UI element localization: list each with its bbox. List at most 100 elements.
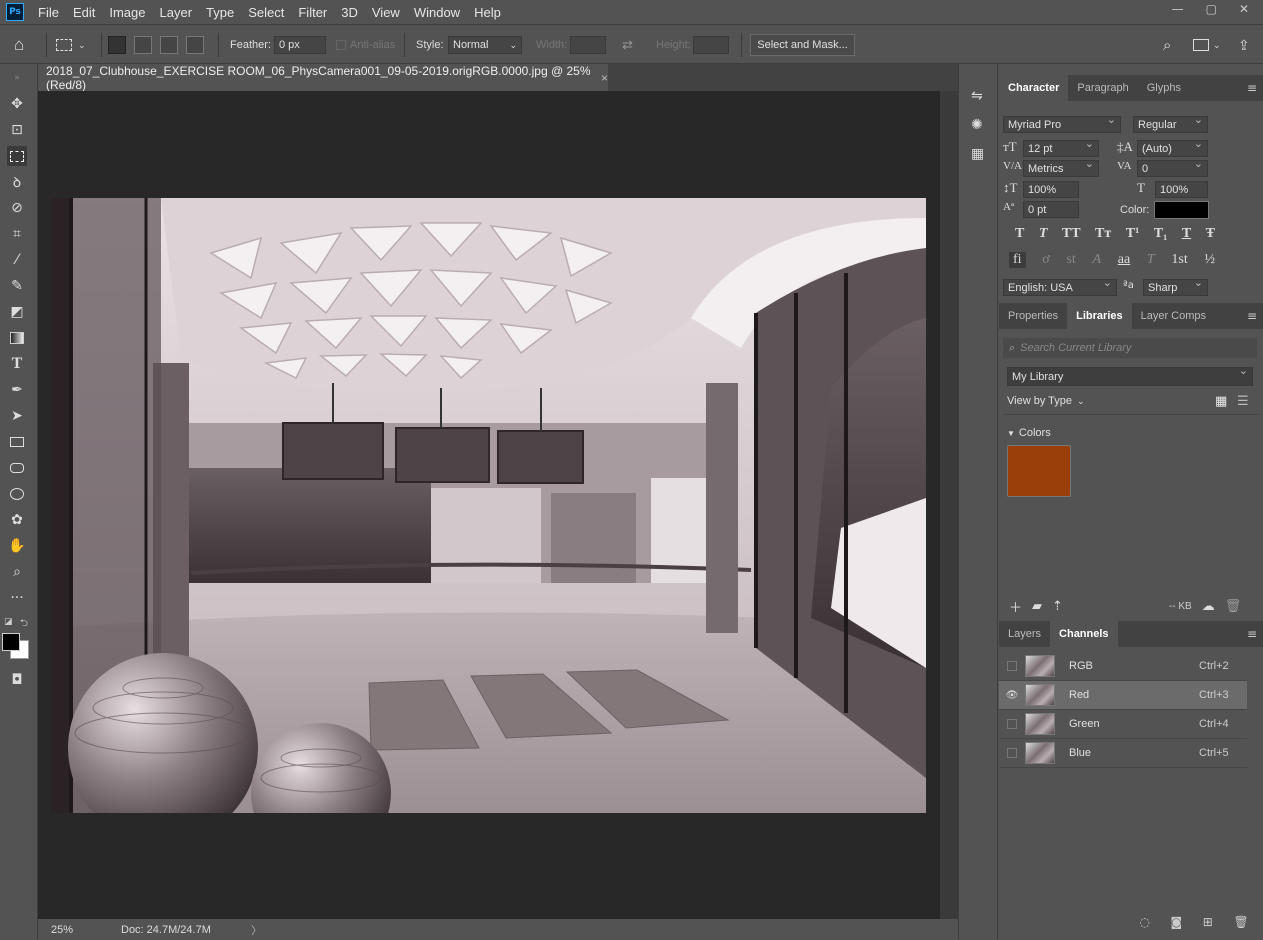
font-size-select[interactable]: 12 pt (1023, 137, 1099, 157)
tab-channels[interactable]: Channels (1050, 621, 1118, 647)
tab-glyphs[interactable]: Glyphs (1138, 75, 1190, 101)
delete-icon[interactable]: 🗑 (1225, 599, 1242, 614)
quick-mask-icon[interactable]: ◘ (7, 670, 27, 690)
workspace-icon[interactable]: ⌄ (1193, 35, 1221, 55)
eraser-tool-icon[interactable]: ◩ (7, 302, 27, 322)
intersect-selection-icon[interactable] (186, 36, 204, 54)
menu-type[interactable]: Type (206, 5, 234, 20)
default-colors-icon[interactable]: ◪ (4, 617, 13, 627)
visibility-toggle[interactable] (999, 661, 1025, 671)
horizontal-scale-input[interactable]: 100% (1155, 181, 1208, 198)
menu-window[interactable]: Window (414, 5, 460, 20)
visibility-toggle[interactable] (999, 719, 1025, 729)
grid-panel-icon[interactable]: ▦ (971, 146, 984, 162)
library-search-input[interactable]: ⌕ Search Current Library (1003, 338, 1257, 358)
swash-button[interactable]: A (1092, 252, 1101, 268)
library-select[interactable]: My Library (1007, 364, 1253, 386)
ellipse-tool-icon[interactable] (7, 484, 27, 504)
discretionary-ligatures-button[interactable]: ơ (1042, 252, 1049, 268)
menu-layer[interactable]: Layer (160, 5, 193, 20)
swap-colors-icon[interactable]: ⮌ (20, 616, 28, 633)
tab-character[interactable]: Character (999, 75, 1069, 101)
baseline-shift-input[interactable]: 0 pt (1023, 201, 1079, 218)
close-tab-icon[interactable]: × (601, 71, 608, 85)
strikethrough-button[interactable]: Ŧ (1206, 226, 1215, 242)
superscript-button[interactable]: T¹ (1126, 226, 1140, 242)
stylistic-alternates-button[interactable]: aa (1118, 252, 1130, 268)
library-color-swatch[interactable] (1007, 445, 1071, 497)
menu-file[interactable]: File (38, 5, 59, 20)
canvas-area[interactable] (38, 91, 940, 919)
add-selection-icon[interactable] (134, 36, 152, 54)
path-select-tool-icon[interactable]: ➤ (7, 406, 27, 426)
channel-row-rgb[interactable]: RGB Ctrl+2 (999, 652, 1247, 681)
style-select[interactable]: Normal ⌄ (448, 36, 522, 54)
leading-select[interactable]: (Auto) (1137, 137, 1208, 157)
minimize-icon[interactable]: — (1172, 2, 1184, 16)
crop-tool-icon[interactable]: ⌗ (7, 224, 27, 244)
width-input[interactable] (570, 36, 606, 54)
type-tool-icon[interactable]: T (7, 354, 27, 374)
all-caps-button[interactable]: TT (1062, 226, 1081, 242)
menu-view[interactable]: View (372, 5, 400, 20)
kerning-select[interactable]: Metrics (1023, 157, 1099, 177)
menu-help[interactable]: Help (474, 5, 501, 20)
eyedropper-tool-icon[interactable]: ⁄ (7, 250, 27, 270)
font-family-select[interactable]: Myriad Pro (1003, 113, 1121, 133)
move-tool-icon[interactable]: ✥ (7, 94, 27, 114)
hand-tool-icon[interactable]: ✋ (7, 536, 27, 556)
document-image[interactable] (51, 198, 926, 813)
status-menu-arrow-icon[interactable]: 〉 (251, 922, 262, 938)
contextual-alternates-button[interactable]: st (1066, 252, 1075, 268)
new-selection-icon[interactable] (108, 36, 126, 54)
grid-view-icon[interactable]: ▦ (1215, 394, 1227, 409)
zoom-level[interactable]: 25% (51, 924, 121, 936)
upload-icon[interactable]: ⇡ (1052, 599, 1063, 614)
visibility-toggle[interactable] (999, 748, 1025, 758)
more-tools-icon[interactable]: ··· (7, 588, 27, 608)
lasso-tool-icon[interactable]: ꝺ (7, 172, 27, 192)
faux-italic-button[interactable]: T (1039, 226, 1048, 242)
swap-dimensions-icon[interactable]: ⇄ (622, 35, 633, 55)
panel-menu-icon[interactable]: ≡ (1247, 309, 1257, 323)
marquee-tool-icon[interactable] (7, 146, 27, 166)
underline-button[interactable]: T (1182, 226, 1191, 242)
folder-icon[interactable]: ▰ (1032, 599, 1042, 614)
menu-3d[interactable]: 3D (341, 5, 358, 20)
tab-properties[interactable]: Properties (999, 303, 1067, 329)
share-icon[interactable]: ⇪ (1238, 35, 1250, 55)
tab-layer-comps[interactable]: Layer Comps (1132, 303, 1215, 329)
tracking-select[interactable]: 0 (1137, 157, 1208, 177)
fractions-button[interactable]: ½ (1204, 252, 1215, 268)
brush-tool-icon[interactable]: ✎ (7, 276, 27, 296)
channel-row-blue[interactable]: Blue Ctrl+5 (999, 739, 1247, 768)
home-icon[interactable]: ⌂ (14, 35, 24, 55)
swatches-panel-icon[interactable]: ✺ (971, 117, 983, 133)
new-channel-icon[interactable]: ⊞ (1203, 915, 1213, 929)
font-style-select[interactable]: Regular (1133, 113, 1208, 133)
subscript-button[interactable]: T₁ (1154, 226, 1168, 242)
tab-paragraph[interactable]: Paragraph (1068, 75, 1137, 101)
list-view-icon[interactable]: ☰ (1237, 394, 1249, 409)
channel-row-green[interactable]: Green Ctrl+4 (999, 710, 1247, 739)
search-icon[interactable]: ⌕ (1163, 35, 1171, 55)
ordinals-button[interactable]: 1st (1171, 252, 1187, 268)
artboard-tool-icon[interactable]: ⊡ (7, 120, 27, 140)
eye-icon[interactable]: 👁 (999, 690, 1025, 701)
restore-icon[interactable]: ▢ (1206, 2, 1217, 16)
menu-select[interactable]: Select (248, 5, 284, 20)
vertical-scale-input[interactable]: 100% (1023, 181, 1079, 198)
select-and-mask-button[interactable]: Select and Mask... (750, 34, 855, 56)
tab-libraries[interactable]: Libraries (1067, 303, 1132, 329)
view-by-type-dropdown[interactable]: View by Type ⌄ (1007, 395, 1085, 407)
text-color-swatch[interactable] (1154, 201, 1209, 219)
tab-layers[interactable]: Layers (999, 621, 1050, 647)
delete-channel-icon[interactable]: 🗑 (1233, 915, 1248, 929)
custom-shape-tool-icon[interactable]: ✿ (7, 510, 27, 530)
titling-alternates-button[interactable]: T (1147, 252, 1155, 268)
rectangle-tool-icon[interactable] (7, 432, 27, 452)
panel-menu-icon[interactable]: ≡ (1247, 81, 1257, 95)
add-content-icon[interactable]: ＋ (1009, 597, 1022, 616)
panel-menu-icon[interactable]: ≡ (1247, 627, 1257, 641)
antialias-checkbox[interactable]: Anti-alias (336, 35, 395, 55)
